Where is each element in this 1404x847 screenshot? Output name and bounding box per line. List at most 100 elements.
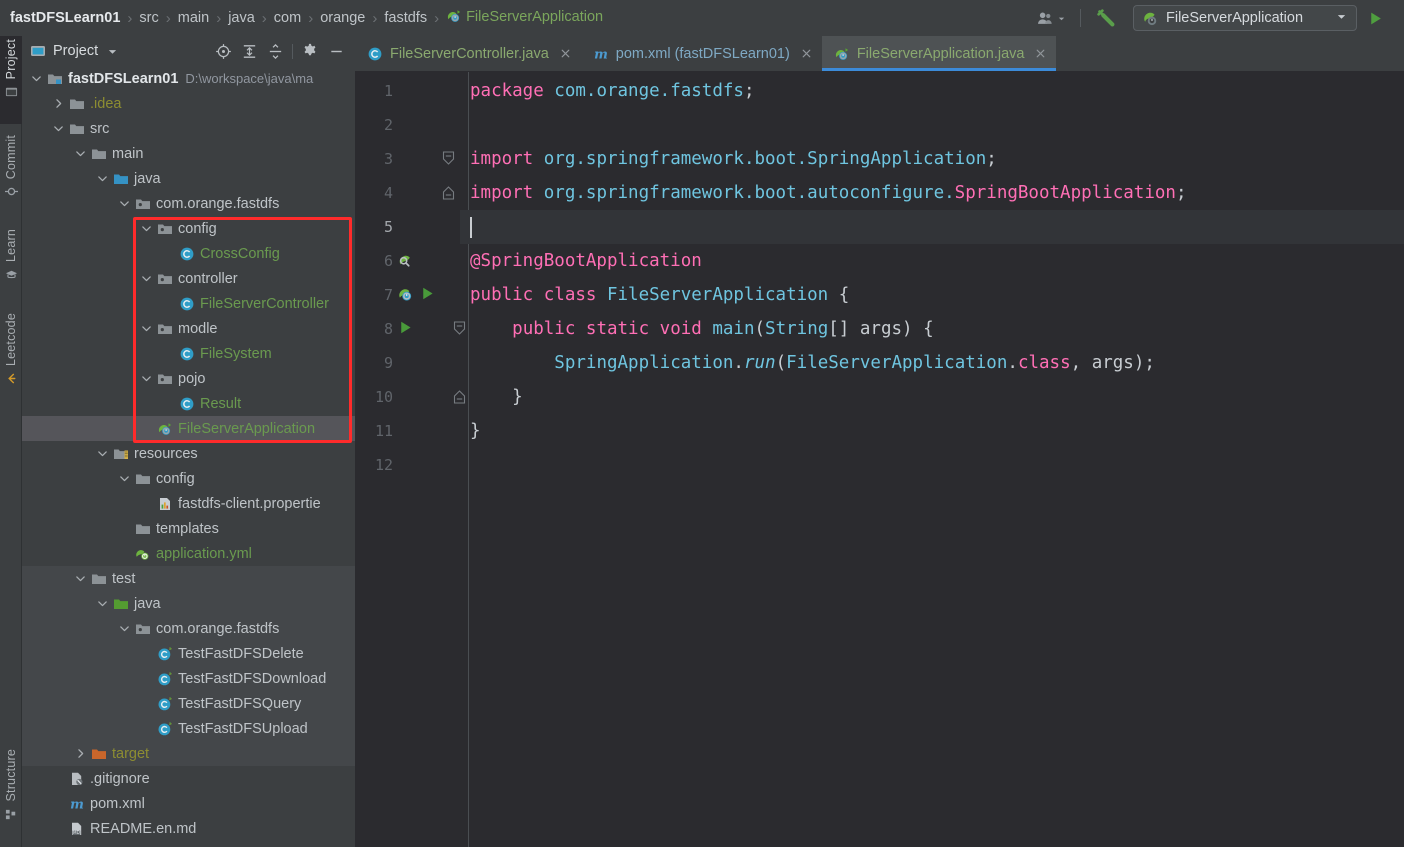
tree-node-.gitignore[interactable]: .gitignore — [22, 766, 355, 791]
run-configuration-selector[interactable]: FileServerApplication — [1133, 5, 1357, 31]
chevron-down-icon[interactable] — [140, 372, 153, 385]
gutter-line-10[interactable]: 10 — [355, 380, 460, 414]
tree-node-application.yml[interactable]: application.yml — [22, 541, 355, 566]
sidebar-tab-project[interactable]: Project — [0, 36, 22, 124]
select-opened-file-icon[interactable] — [210, 39, 236, 63]
gutter-line-6[interactable]: 6 — [355, 244, 460, 278]
code-line-4[interactable]: import org.springframework.boot.autoconf… — [460, 176, 1404, 210]
editor-gutter[interactable]: 123456789101112 — [355, 72, 460, 847]
tree-node-main[interactable]: main — [22, 141, 355, 166]
tree-node-readme.en.md[interactable]: MDREADME.en.md — [22, 816, 355, 841]
chevron-down-icon[interactable] — [140, 222, 153, 235]
breadcrumb-item-fileserverapplication[interactable]: FileServerApplication — [446, 8, 603, 28]
gutter-line-4[interactable]: 4 — [355, 176, 460, 210]
code-line-6[interactable]: @SpringBootApplication — [460, 244, 1404, 278]
gutter-line-7[interactable]: 7 — [355, 278, 460, 312]
tree-node-pom.xml[interactable]: mpom.xml — [22, 791, 355, 816]
tree-node-pojo[interactable]: pojo — [22, 366, 355, 391]
chevron-down-icon[interactable] — [140, 322, 153, 335]
tree-node-com.orange.fastdfs[interactable]: com.orange.fastdfs — [22, 616, 355, 641]
tree-node-com.orange.fastdfs[interactable]: com.orange.fastdfs — [22, 191, 355, 216]
breadcrumb-item-fastdfslearn01[interactable]: fastDFSLearn01 — [10, 10, 120, 26]
editor-tab-pom-xml-fastdfslearn01-[interactable]: mpom.xml (fastDFSLearn01) — [581, 36, 822, 71]
code-line-2[interactable] — [460, 108, 1404, 142]
breadcrumb-item-main[interactable]: main — [178, 10, 209, 26]
sidebar-tab-learn[interactable]: Learn — [0, 226, 22, 302]
tree-node-target[interactable]: target — [22, 741, 355, 766]
tree-node-fastdfs-client.propertie[interactable]: fastdfs-client.propertie — [22, 491, 355, 516]
sidebar-tab-leetcode[interactable]: Leetcode — [0, 310, 22, 406]
code-line-7[interactable]: public class FileServerApplication { — [460, 278, 1404, 312]
run-green-triangle-icon[interactable] — [397, 319, 414, 336]
editor-tab-fileserverapplication-java[interactable]: FileServerApplication.java — [822, 36, 1057, 71]
close-icon[interactable] — [1035, 46, 1046, 62]
chevron-down-icon[interactable] — [118, 197, 131, 210]
tree-node-config[interactable]: config — [22, 216, 355, 241]
code-editor[interactable]: 123456789101112 package com.orange.fastd… — [355, 72, 1404, 847]
spring-boot-class-icon[interactable] — [397, 285, 416, 304]
chevron-down-icon[interactable] — [118, 472, 131, 485]
tree-node-java[interactable]: java — [22, 591, 355, 616]
chevron-down-icon[interactable] — [96, 172, 109, 185]
code-line-1[interactable]: package com.orange.fastdfs; — [460, 74, 1404, 108]
breadcrumb-item-com[interactable]: com — [274, 10, 301, 26]
chevron-down-icon[interactable] — [74, 147, 87, 160]
build-hammer-icon[interactable] — [1089, 4, 1123, 32]
chevron-down-icon[interactable] — [74, 572, 87, 585]
chevron-down-icon[interactable] — [140, 272, 153, 285]
code-lines[interactable]: package com.orange.fastdfs; import org.sp… — [460, 72, 1404, 847]
tree-node-fileserverapplication[interactable]: FileServerApplication — [22, 416, 355, 441]
tree-node-crossconfig[interactable]: CrossConfig — [22, 241, 355, 266]
tree-node-filesystem[interactable]: FileSystem — [22, 341, 355, 366]
sidebar-tab-structure[interactable]: Structure — [0, 746, 22, 842]
collapse-all-icon[interactable] — [262, 39, 288, 63]
code-line-8[interactable]: public static void main(String[] args) { — [460, 312, 1404, 346]
close-icon[interactable] — [801, 46, 812, 62]
chevron-down-icon[interactable] — [1336, 9, 1347, 27]
gutter-line-3[interactable]: 3 — [355, 142, 460, 176]
gutter-line-5[interactable]: 5 — [355, 210, 460, 244]
gutter-line-9[interactable]: 9 — [355, 346, 460, 380]
close-icon[interactable] — [560, 46, 571, 62]
gutter-line-1[interactable]: 1 — [355, 74, 460, 108]
chevron-right-icon[interactable] — [52, 97, 65, 110]
hide-panel-icon[interactable] — [323, 39, 349, 63]
code-fold-marker[interactable] — [442, 151, 455, 171]
project-tree[interactable]: fastDFSLearn01D:\workspace\java\ma.ideas… — [22, 66, 355, 847]
tree-node-testfastdfsdelete[interactable]: TestFastDFSDelete — [22, 641, 355, 666]
tree-node-result[interactable]: Result — [22, 391, 355, 416]
breadcrumb-item-src[interactable]: src — [139, 10, 158, 26]
editor-tab-fileservercontroller-java[interactable]: FileServerController.java — [355, 36, 581, 71]
chevron-down-icon[interactable] — [30, 72, 43, 85]
user-account-icon[interactable] — [1031, 4, 1072, 32]
breadcrumb-item-orange[interactable]: orange — [320, 10, 365, 26]
code-line-10[interactable]: } — [460, 380, 1404, 414]
code-line-3[interactable]: import org.springframework.boot.SpringAp… — [460, 142, 1404, 176]
gutter-line-11[interactable]: 11 — [355, 414, 460, 448]
chevron-right-icon[interactable] — [74, 747, 87, 760]
chevron-down-icon[interactable] — [96, 447, 109, 460]
tree-node-testfastdfsdownload[interactable]: TestFastDFSDownload — [22, 666, 355, 691]
chevron-down-icon[interactable] — [96, 597, 109, 610]
run-green-triangle-icon[interactable] — [419, 285, 436, 302]
code-line-9[interactable]: SpringApplication.run(FileServerApplicat… — [460, 346, 1404, 380]
tree-node-fileservercontroller[interactable]: FileServerController — [22, 291, 355, 316]
tree-node-fastdfslearn01[interactable]: fastDFSLearn01D:\workspace\java\ma — [22, 66, 355, 91]
tree-node-resources[interactable]: resources — [22, 441, 355, 466]
code-line-11[interactable]: } — [460, 414, 1404, 448]
code-line-12[interactable] — [460, 448, 1404, 482]
tree-node-test[interactable]: test — [22, 566, 355, 591]
tree-node-config[interactable]: config — [22, 466, 355, 491]
tree-node-java[interactable]: java — [22, 166, 355, 191]
expand-all-icon[interactable] — [236, 39, 262, 63]
tree-node-src[interactable]: src — [22, 116, 355, 141]
tree-node-testfastdfsquery[interactable]: TestFastDFSQuery — [22, 691, 355, 716]
code-line-5[interactable] — [460, 210, 1404, 244]
gutter-line-8[interactable]: 8 — [355, 312, 460, 346]
tree-node-testfastdfsupload[interactable]: TestFastDFSUpload — [22, 716, 355, 741]
tree-node-.idea[interactable]: .idea — [22, 91, 355, 116]
gutter-line-2[interactable]: 2 — [355, 108, 460, 142]
run-green-triangle-icon[interactable] — [1361, 4, 1390, 32]
settings-gear-icon[interactable] — [297, 39, 323, 63]
sidebar-tab-commit[interactable]: Commit — [0, 132, 22, 218]
